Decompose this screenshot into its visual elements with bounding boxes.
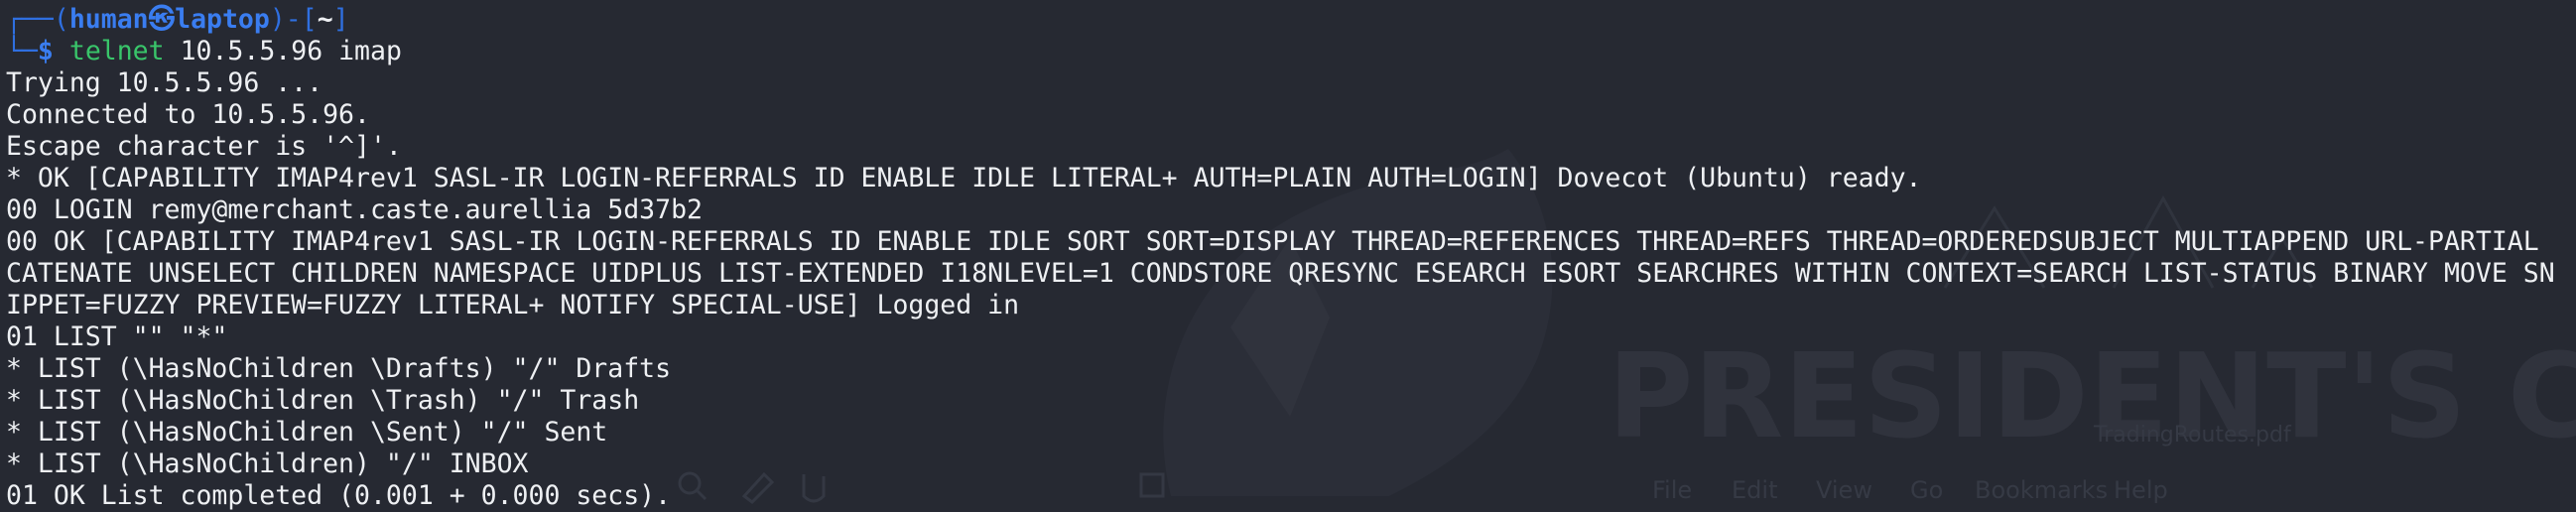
output-line: CATENATE UNSELECT CHILDREN NAMESPACE UID… [6, 258, 2555, 289]
output-line: * OK [CAPABILITY IMAP4rev1 SASL-IR LOGIN… [6, 163, 1922, 193]
terminal-window[interactable]: PRESIDENT'S CU TradingRoutes.pdf File Ed… [0, 0, 2576, 512]
output-line: 01 LIST "" "*" [6, 321, 228, 352]
output-line: Escape character is '^]'. [6, 131, 402, 162]
output-line: Trying 10.5.5.96 ... [6, 67, 323, 98]
prompt-at-icon: ㉿ [148, 4, 176, 35]
output-line: 00 LOGIN remy@merchant.caste.aurellia 5d… [6, 194, 703, 225]
output-line: 00 OK [CAPABILITY IMAP4rev1 SASL-IR LOGI… [6, 226, 2539, 257]
prompt-frame-top: ┌──( [6, 4, 69, 35]
output-line: * LIST (\HasNoChildren \Drafts) "/" Draf… [6, 353, 672, 384]
output-line: * LIST (\HasNoChildren \Trash) "/" Trash [6, 385, 640, 416]
prompt-frame-end: ] [332, 4, 349, 35]
prompt-frame-bottom: └─ [6, 36, 38, 66]
output-line: Connected to 10.5.5.96. [6, 99, 370, 130]
prompt-dollar: $ [37, 36, 54, 66]
prompt-hostname: laptop [175, 4, 270, 35]
output-line: 01 OK List completed (0.001 + 0.000 secs… [6, 480, 672, 511]
prompt-cwd: ~ [317, 4, 333, 35]
prompt-username: human [68, 4, 149, 35]
output-line: * LIST (\HasNoChildren \Sent) "/" Sent [6, 417, 608, 448]
prompt-frame-mid: )-[ [269, 4, 318, 35]
command-name: telnet [68, 36, 165, 66]
output-line: IPPET=FUZZY PREVIEW=FUZZY LITERAL+ NOTIF… [6, 290, 1020, 320]
command-args: 10.5.5.96 imap [180, 36, 402, 66]
prompt-header-line: ┌──(human㉿laptop)-[~] [6, 4, 2576, 36]
command-line: └─$ telnet 10.5.5.96 imap [6, 36, 2576, 67]
terminal-output: ┌──(human㉿laptop)-[~] └─$ telnet 10.5.5.… [6, 4, 2576, 512]
output-line: * LIST (\HasNoChildren) "/" INBOX [6, 448, 529, 479]
